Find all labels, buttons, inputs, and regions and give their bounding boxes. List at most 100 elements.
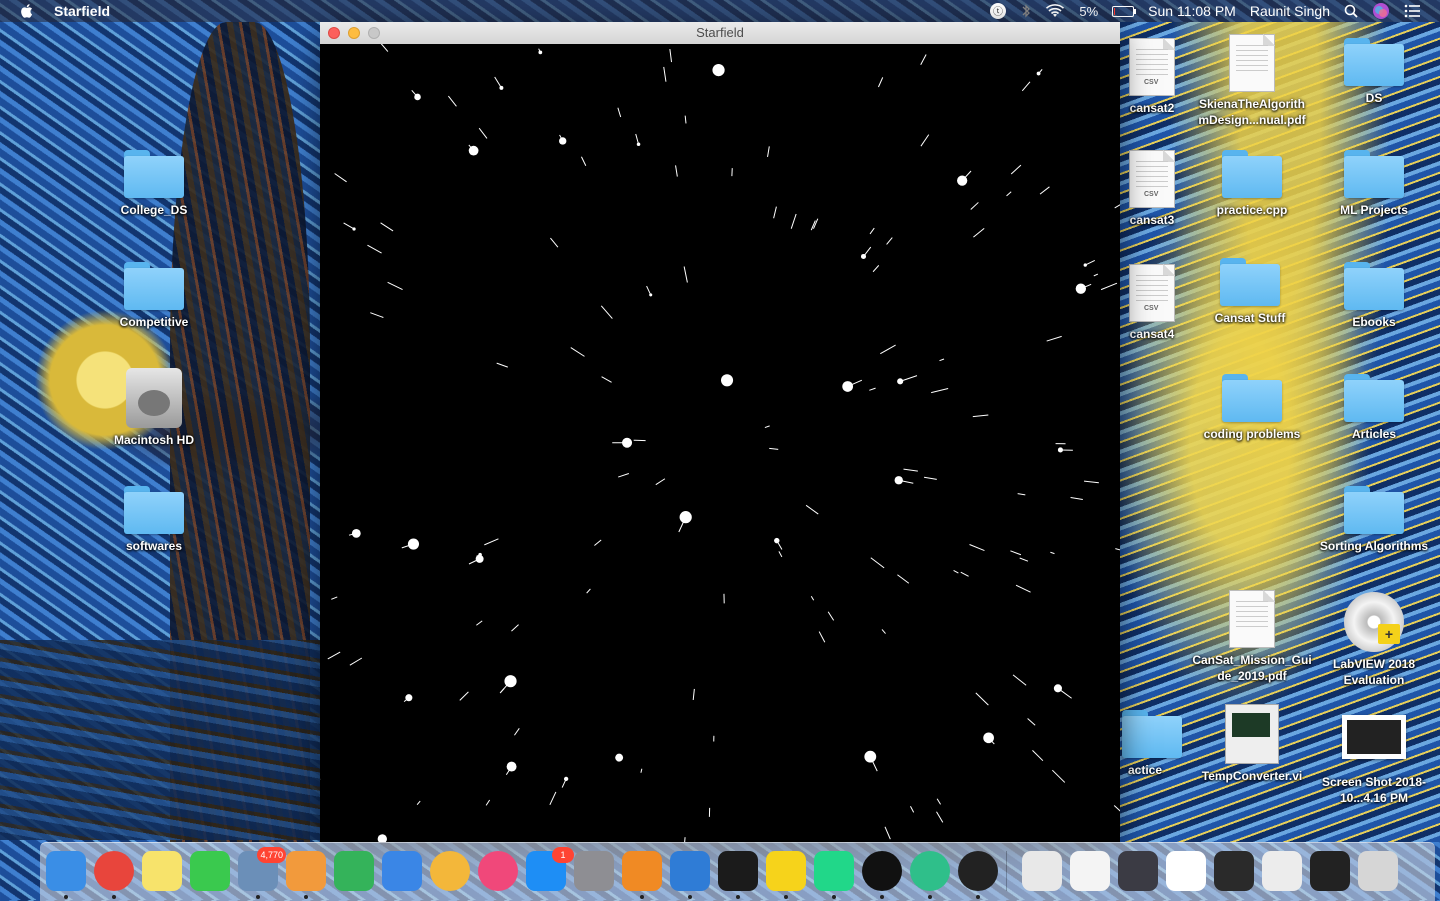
star-trail <box>903 469 917 471</box>
system-preferences-icon[interactable] <box>574 851 614 891</box>
starfield-canvas[interactable] <box>320 44 1120 842</box>
screenshot-thumbnail-icon <box>1342 715 1406 759</box>
star-trail <box>1115 203 1120 208</box>
pages-icon[interactable] <box>286 851 326 891</box>
notes-icon[interactable] <box>142 851 182 891</box>
desktop-item-sorting-algorithms[interactable]: Sorting Algorithms <box>1315 486 1433 554</box>
folder-icon <box>1222 150 1282 198</box>
star-trail <box>1101 283 1117 289</box>
atom-icon[interactable] <box>910 851 950 891</box>
star-trail <box>779 551 782 557</box>
window-title: Starfield <box>696 25 744 40</box>
star-trail <box>768 146 770 157</box>
star-trail <box>479 128 487 138</box>
window-thumb-4-icon[interactable] <box>1262 851 1302 891</box>
star-trail <box>1071 498 1083 500</box>
folder-icon <box>1220 258 1280 306</box>
mail-icon[interactable]: 4,770 <box>238 851 278 891</box>
star <box>649 293 652 296</box>
window-titlebar[interactable]: Starfield <box>320 22 1120 45</box>
desktop-item-cansat-mission-guide[interactable]: CanSat_Mission_Guide_2019.pdf <box>1192 590 1312 684</box>
quicktime-icon[interactable] <box>958 851 998 891</box>
clock[interactable]: Sun 11:08 PM <box>1148 3 1236 19</box>
desktop-item-label: Macintosh HD <box>99 432 209 448</box>
apple-menu-icon[interactable] <box>20 3 36 19</box>
spotlight-search-icon[interactable] <box>1344 4 1358 18</box>
star-trail <box>870 228 874 234</box>
desktop-item-labview-2018[interactable]: + LabVIEW 2018 Evaluation <box>1319 592 1429 688</box>
desktop-item-tempconverter[interactable]: TempConverter.vi <box>1197 704 1307 784</box>
desktop-item-cansat-stuff[interactable]: Cansat Stuff <box>1195 258 1305 326</box>
star-trail <box>961 572 969 576</box>
finder-icon[interactable] <box>46 851 86 891</box>
downloads-stack-icon[interactable] <box>1022 851 1062 891</box>
desktop-item-label: Sorting Algorithms <box>1315 538 1433 554</box>
bluetooth-icon[interactable] <box>1021 3 1031 19</box>
desktop-item-label: coding problems <box>1197 426 1307 442</box>
star-trail <box>769 448 778 449</box>
star-trail <box>1052 770 1064 782</box>
desktop-item-articles[interactable]: Articles <box>1319 374 1429 442</box>
pycharm-icon[interactable] <box>814 851 854 891</box>
star <box>615 754 623 762</box>
desktop-item-label: TempConverter.vi <box>1197 768 1307 784</box>
window-thumb-1-icon[interactable] <box>1118 851 1158 891</box>
notification-badge: 1 <box>552 847 574 863</box>
wifi-icon[interactable] <box>1045 3 1065 19</box>
minimize-window-button[interactable] <box>348 27 360 39</box>
desktop-item-label: Competitive <box>99 314 209 330</box>
desktop-item-macintosh-hd[interactable]: Macintosh HD <box>99 368 209 448</box>
window-thumb-2-icon[interactable] <box>1166 851 1206 891</box>
desktop-item-skiena-pdf[interactable]: SkienaTheAlgorithmDesign...nual.pdf <box>1197 34 1307 128</box>
star-trail <box>937 812 943 823</box>
desktop-item-screen-shot[interactable]: Screen Shot 2018-10...4.16 PM <box>1315 704 1433 806</box>
star-trail <box>954 570 959 573</box>
star-trail <box>897 575 908 583</box>
xcode-icon[interactable] <box>670 851 710 891</box>
desktop-item-college-ds[interactable]: College_DS <box>99 150 209 218</box>
active-app-name[interactable]: Starfield <box>54 3 110 19</box>
desktop-item-label: softwares <box>99 538 209 554</box>
star-trail <box>1011 165 1021 174</box>
ibooks-icon[interactable] <box>622 851 662 891</box>
battery-icon[interactable] <box>1112 6 1134 17</box>
trash-icon[interactable] <box>1358 851 1398 891</box>
desktop-item-softwares[interactable]: softwares <box>99 486 209 554</box>
window-thumb-3-icon[interactable] <box>1214 851 1254 891</box>
notification-center-icon[interactable] <box>1404 4 1420 18</box>
vpn-icon[interactable]: ⓣ <box>989 2 1007 20</box>
keynote-icon[interactable] <box>382 851 422 891</box>
running-indicator <box>640 895 644 899</box>
zoom-window-button[interactable] <box>368 27 380 39</box>
star <box>774 538 779 543</box>
desktop-item-practice-cpp[interactable]: practice.cpp <box>1197 150 1307 218</box>
facetime-icon[interactable] <box>190 851 230 891</box>
itunes-icon[interactable] <box>478 851 518 891</box>
desktop-item-label: College_DS <box>99 202 209 218</box>
desktop-item-ebooks[interactable]: Ebooks <box>1319 262 1429 330</box>
user-name[interactable]: Raunit Singh <box>1250 3 1330 19</box>
window-thumb-5-icon[interactable] <box>1310 851 1350 891</box>
terminal-icon[interactable] <box>718 851 758 891</box>
csv-file-icon: CSV <box>1129 264 1175 322</box>
desktop-item-competitive[interactable]: Competitive <box>99 262 209 330</box>
star-trail <box>377 44 388 52</box>
desktop-item-coding-problems[interactable]: coding problems <box>1197 374 1307 442</box>
running-indicator <box>304 895 308 899</box>
labview-icon[interactable] <box>766 851 806 891</box>
siri-icon[interactable] <box>1372 2 1390 20</box>
chrome-icon[interactable] <box>94 851 134 891</box>
folder-icon <box>1344 38 1404 86</box>
numbers-icon[interactable] <box>334 851 374 891</box>
document-stack-icon[interactable] <box>1070 851 1110 891</box>
desktop-item-ml-projects[interactable]: ML Projects <box>1319 150 1429 218</box>
desktop-item-ds[interactable]: DS <box>1319 38 1429 106</box>
close-window-button[interactable] <box>328 27 340 39</box>
star-trail <box>973 415 989 417</box>
running-indicator <box>784 895 788 899</box>
photos-icon[interactable] <box>430 851 470 891</box>
star-trail <box>367 245 381 253</box>
star <box>957 175 967 185</box>
app-store-icon[interactable]: 1 <box>526 851 566 891</box>
info-icon[interactable] <box>862 851 902 891</box>
